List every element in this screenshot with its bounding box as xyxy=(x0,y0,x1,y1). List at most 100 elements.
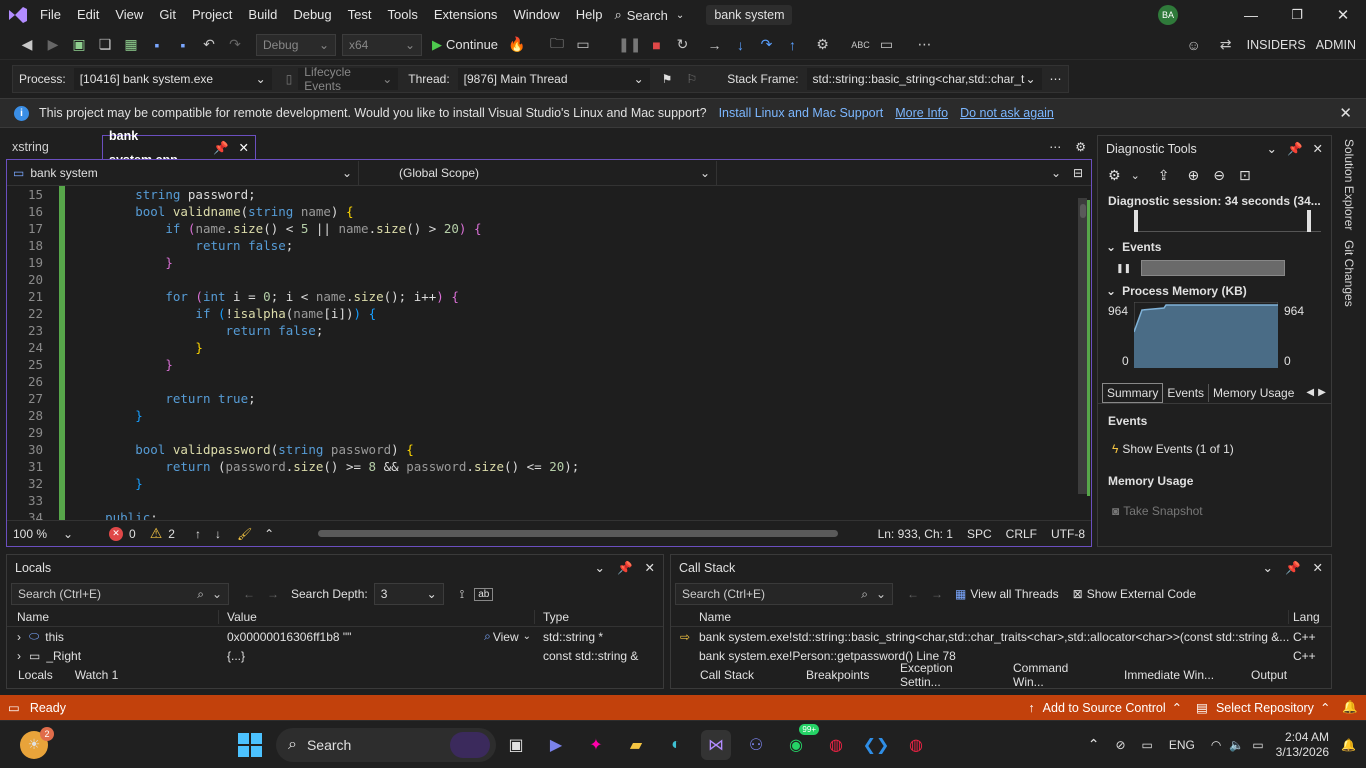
show-external-code-button[interactable]: Show External Code xyxy=(1087,587,1196,601)
tab-bank-system-cpp[interactable]: bank system.cpp 📌 ✕ xyxy=(102,129,256,167)
do-not-ask-link[interactable]: Do not ask again xyxy=(960,106,1054,120)
search-depth-select[interactable]: 3 ⌄ xyxy=(373,583,444,605)
code-text[interactable]: for (int i = 0; i < name.size(); i++) { xyxy=(75,288,459,305)
chevron-down-icon[interactable]: ⌄ xyxy=(523,631,531,642)
menu-search[interactable]: ⌕ Search ⌄ xyxy=(614,7,684,23)
close-icon[interactable]: ✕ xyxy=(1313,142,1323,156)
close-tab-icon[interactable]: ✕ xyxy=(239,136,249,160)
horizontal-scrollbar[interactable] xyxy=(318,530,839,537)
brush-icon[interactable]: 🖌 xyxy=(237,527,252,541)
wifi-icon[interactable]: ◠ xyxy=(1211,738,1221,752)
code-line[interactable]: 25 } xyxy=(7,356,1077,373)
notifications-icon[interactable]: 🔔 xyxy=(1341,738,1356,752)
menu-view[interactable]: View xyxy=(107,0,151,30)
taskbar-search[interactable]: ⌕ Search xyxy=(276,727,496,762)
hex-view-icon[interactable]: ab xyxy=(474,587,494,601)
stackframe-select[interactable]: std::string::basic_string<char,std::char… xyxy=(806,68,1042,90)
back-icon[interactable]: ◀ xyxy=(16,33,38,57)
vertical-scrollbar[interactable] xyxy=(1077,186,1091,520)
more-icon[interactable]: ⋯ xyxy=(1050,72,1062,86)
weather-icon[interactable]: ☀ 2 xyxy=(20,726,54,759)
open-icon[interactable]: ▦ xyxy=(120,33,142,57)
more-info-link[interactable]: More Info xyxy=(895,106,948,120)
add-to-source-control[interactable]: Add to Source Control xyxy=(1043,701,1166,715)
more-icon[interactable]: ⋯ xyxy=(914,33,936,57)
forward-icon[interactable]: ▶ xyxy=(42,33,64,57)
magnifier-icon[interactable]: ⌕ xyxy=(484,629,491,644)
code-text[interactable]: return (password.size() >= 8 && password… xyxy=(75,458,579,475)
diagnostic-icon[interactable]: ⚙ xyxy=(812,33,834,57)
tab-breakpoints[interactable]: Breakpoints xyxy=(795,668,889,682)
network-off-icon[interactable]: ⊘ xyxy=(1115,738,1125,752)
step-into-icon[interactable]: ↓ xyxy=(730,33,752,57)
reset-zoom-icon[interactable]: ⊡ xyxy=(1239,167,1251,184)
chevron-up-icon[interactable]: ⌃ xyxy=(1088,736,1100,753)
table-row[interactable]: › ▭ _Right {...} const std::string & xyxy=(7,646,663,665)
overflow-icon[interactable]: ⋯ xyxy=(1049,140,1061,154)
lifecycle-events-select[interactable]: Lifecycle Events ⌄ xyxy=(298,65,399,93)
expand-icon[interactable]: › xyxy=(17,630,21,644)
error-icon[interactable]: ✕ xyxy=(109,526,123,541)
flag-all-icon[interactable]: ⚐ xyxy=(686,72,697,86)
filter-icon[interactable]: ⟟ xyxy=(460,587,464,602)
code-text[interactable]: } xyxy=(75,356,173,373)
code-line[interactable]: 23 return false; xyxy=(7,322,1077,339)
spellcheck-icon[interactable]: ABC xyxy=(850,33,872,57)
vscode-icon[interactable]: ❮❯ xyxy=(861,730,891,760)
edge-icon[interactable]: ◐ xyxy=(661,730,691,760)
save-icon[interactable]: ▪ xyxy=(146,33,168,57)
code-line[interactable]: 19 } xyxy=(7,254,1077,271)
tab-command-window[interactable]: Command Win... xyxy=(1002,661,1113,689)
zoom-select[interactable]: 100 % ⌄ xyxy=(7,523,79,545)
pin-icon[interactable]: 📌 xyxy=(1287,142,1303,156)
code-line[interactable]: 29 xyxy=(7,424,1077,441)
code-line[interactable]: 22 if (!isalpha(name[i])) { xyxy=(7,305,1077,322)
column-lang[interactable]: Lang xyxy=(1289,610,1320,624)
chevron-up-icon[interactable]: ⌃ xyxy=(264,527,274,541)
hot-reload-icon[interactable]: 🔥 xyxy=(506,33,528,57)
column-value[interactable]: Value xyxy=(219,609,535,624)
tab-locals[interactable]: Locals xyxy=(7,668,64,682)
new-project-icon[interactable]: ▣ xyxy=(68,33,90,57)
forward-arrow-icon[interactable]: → xyxy=(931,587,943,601)
pause-icon[interactable]: ❚❚ xyxy=(618,33,641,57)
show-next-statement-icon[interactable]: → xyxy=(704,33,726,57)
undo-icon[interactable]: ↶ xyxy=(198,33,220,57)
tab-events[interactable]: Events xyxy=(1163,383,1210,402)
notification-icon[interactable]: 🔔 xyxy=(1342,700,1358,715)
code-line[interactable]: 34 public: xyxy=(7,509,1077,520)
menu-git[interactable]: Git xyxy=(151,0,184,30)
comment-icon[interactable]: ▭ xyxy=(876,33,898,57)
volume-icon[interactable]: 🔈 xyxy=(1229,738,1244,752)
vs-logo-icon[interactable] xyxy=(4,0,32,30)
task-view-icon[interactable]: ▣ xyxy=(501,730,531,760)
pin-icon[interactable]: 📌 xyxy=(213,136,229,160)
pin-icon[interactable]: 📌 xyxy=(617,561,633,575)
folder-icon[interactable]: 🗀 xyxy=(546,33,568,57)
menu-window[interactable]: Window xyxy=(505,0,567,30)
pause-icon[interactable]: ❚❚ xyxy=(1116,263,1131,274)
column-name[interactable]: Name xyxy=(7,609,219,624)
process-select[interactable]: [10416] bank system.exe ⌄ xyxy=(73,68,272,90)
continue-button[interactable]: ▶ Continue xyxy=(432,37,498,53)
events-section-header[interactable]: ⌄ Events xyxy=(1098,232,1331,254)
chevron-left-icon[interactable]: ◀ xyxy=(1306,387,1314,398)
tab-summary[interactable]: Summary xyxy=(1102,382,1164,403)
member-select[interactable]: ⌄ xyxy=(721,161,1067,185)
tab-exception-settings[interactable]: Exception Settin... xyxy=(889,661,1002,689)
tab-call-stack[interactable]: Call Stack xyxy=(689,668,795,682)
gear-icon[interactable]: ⚙ xyxy=(1075,140,1086,154)
tab-output[interactable]: Output xyxy=(1240,668,1298,682)
code-line[interactable]: 28 } xyxy=(7,407,1077,424)
scroll-thumb[interactable] xyxy=(1078,198,1087,494)
code-line[interactable]: 17 if (name.size() < 5 || name.size() > … xyxy=(7,220,1077,237)
menu-extensions[interactable]: Extensions xyxy=(426,0,506,30)
split-icon[interactable]: ⊟ xyxy=(1073,166,1083,180)
save-all-icon[interactable]: ▪ xyxy=(172,33,194,57)
column-type[interactable]: Type xyxy=(535,610,569,624)
menu-test[interactable]: Test xyxy=(340,0,380,30)
scope-select[interactable]: (Global Scope) ⌄ xyxy=(365,160,717,185)
chrome-icon[interactable]: ◍ xyxy=(901,730,931,760)
locals-search-input[interactable]: Search (Ctrl+E) ⌕ ⌄ xyxy=(11,583,229,605)
language-indicator[interactable]: ENG xyxy=(1169,738,1195,752)
